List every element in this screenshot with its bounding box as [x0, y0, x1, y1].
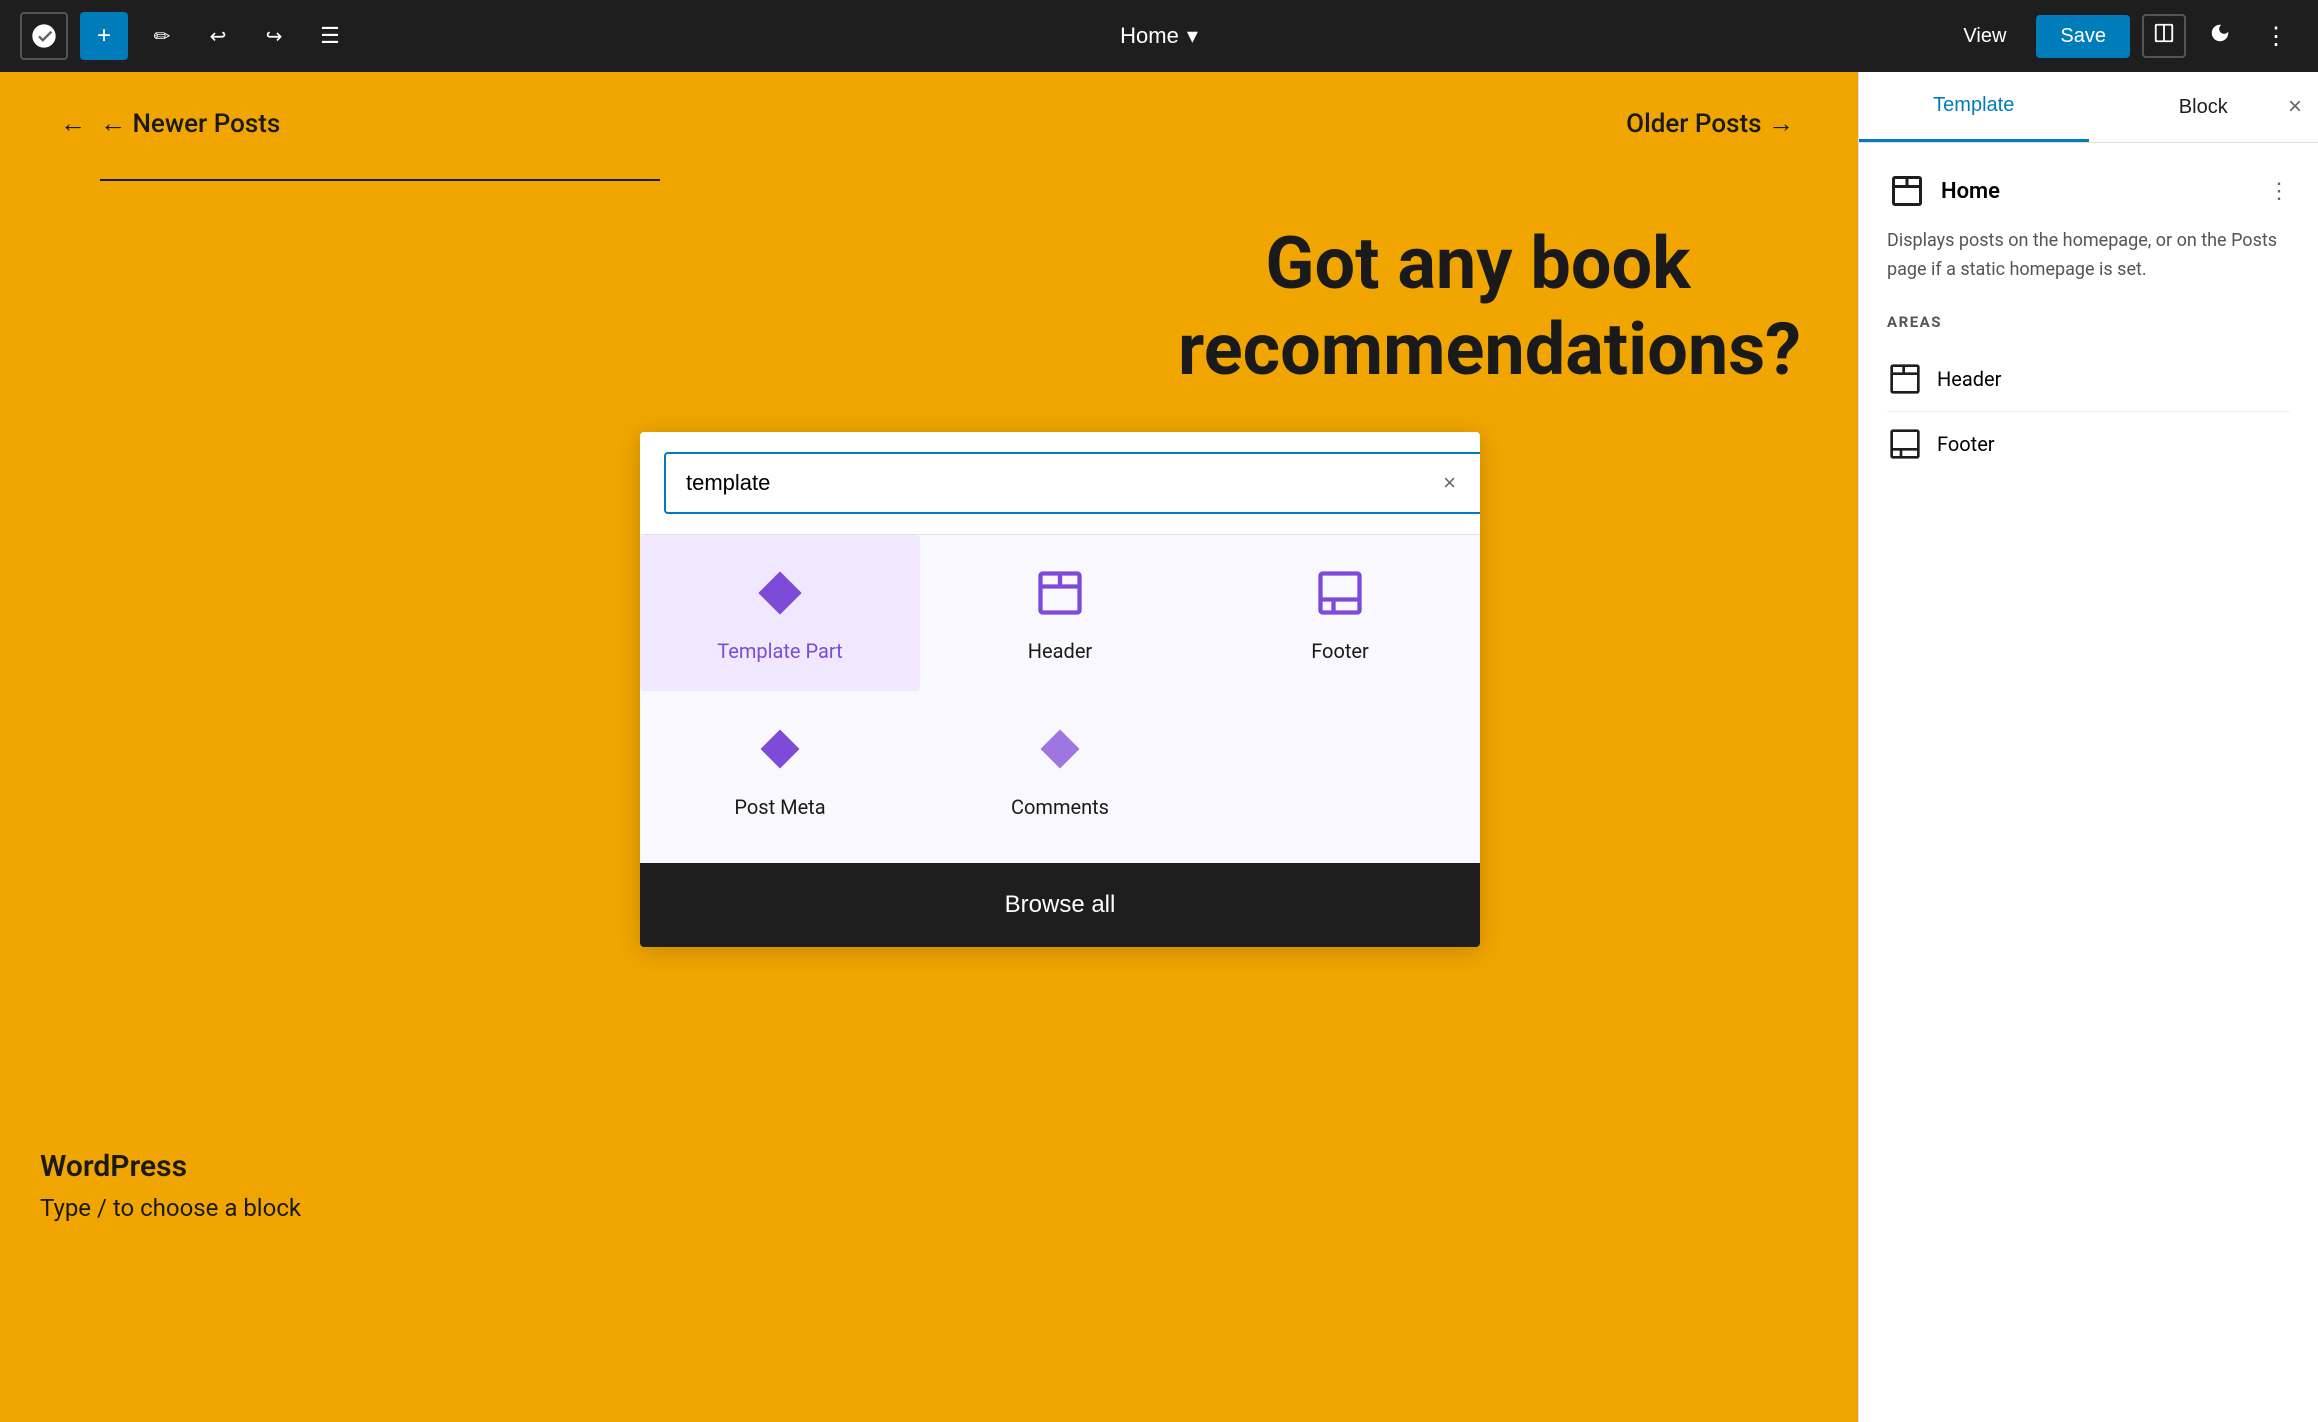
older-posts-link[interactable]: Older Posts → — [1626, 108, 1798, 139]
comments-icon — [1030, 719, 1090, 779]
toolbar-right: View Save ⋮ — [1945, 14, 2298, 58]
list-view-button[interactable]: ☰ — [308, 14, 352, 58]
inserter-search-input[interactable] — [664, 452, 1480, 514]
content-divider — [100, 179, 660, 181]
save-button[interactable]: Save — [2036, 15, 2130, 58]
post-meta-icon — [750, 719, 810, 779]
older-posts-label: Older Posts → — [1626, 108, 1794, 139]
template-icon — [1887, 171, 1927, 211]
areas-label: AREAS — [1887, 313, 2290, 331]
layout-toggle-button[interactable] — [2142, 14, 2186, 58]
template-title: Home — [1941, 179, 2254, 204]
inserter-item-footer[interactable]: Footer — [1200, 535, 1480, 691]
chevron-down-icon: ▾ — [1187, 23, 1198, 49]
area-footer-label: Footer — [1937, 432, 1995, 456]
plus-icon: + — [97, 22, 111, 50]
comments-label: Comments — [1011, 795, 1109, 819]
close-icon: × — [2288, 93, 2302, 120]
add-block-button[interactable]: + — [80, 12, 128, 60]
type-hint: Type / to choose a block — [40, 1194, 301, 1222]
pencil-icon: ✏ — [154, 24, 171, 49]
area-item-footer[interactable]: Footer — [1887, 412, 2290, 476]
inserter-grid: Template Part Header — [640, 535, 1480, 863]
header-icon — [1030, 563, 1090, 623]
brand-label: WordPress — [40, 1149, 301, 1184]
left-arrow-icon: ← — [60, 108, 86, 139]
page-title-text: Home — [1120, 23, 1179, 49]
sidebar: Template Block × Home ⋮ — [1858, 72, 2318, 1422]
toolbar: + ✏ ↩ ↪ ☰ Home ▾ View Save — [0, 0, 2318, 72]
inserter-search-area: × — [640, 432, 1480, 535]
view-button[interactable]: View — [1945, 15, 2024, 58]
main-layout: ← ← Newer Posts Older Posts → Got any bo… — [0, 72, 2318, 1422]
more-options-button[interactable]: ⋮ — [2254, 14, 2298, 58]
kebab-icon: ⋮ — [2264, 22, 2288, 51]
inserter-item-template-part[interactable]: Template Part — [640, 535, 920, 691]
layout-icon — [2153, 22, 2175, 50]
browse-all-button[interactable]: Browse all — [640, 863, 1480, 947]
tab-block[interactable]: Block — [2089, 72, 2318, 142]
newer-posts-label: ← Newer Posts — [100, 108, 280, 139]
area-item-header[interactable]: Header — [1887, 347, 2290, 412]
post-meta-label: Post Meta — [734, 795, 825, 819]
canvas-navigation: ← ← Newer Posts Older Posts → — [0, 72, 1858, 139]
template-header: Home ⋮ — [1887, 171, 2290, 211]
inserter-clear-button[interactable]: × — [1443, 470, 1456, 496]
wp-logo — [20, 12, 68, 60]
area-header-label: Header — [1937, 367, 2001, 391]
template-description: Displays posts on the homepage, or on th… — [1887, 227, 2290, 285]
redo-button[interactable]: ↪ — [252, 14, 296, 58]
moon-icon — [2209, 22, 2231, 50]
page-title-dropdown[interactable]: Home ▾ — [1106, 15, 1212, 57]
dark-mode-button[interactable] — [2198, 14, 2242, 58]
undo-icon: ↩ — [210, 24, 227, 49]
sidebar-tabs: Template Block × — [1859, 72, 2318, 143]
sidebar-close-button[interactable]: × — [2288, 93, 2302, 121]
tab-template[interactable]: Template — [1859, 72, 2089, 142]
inserter-item-header[interactable]: Header — [920, 535, 1200, 691]
redo-icon: ↪ — [266, 24, 283, 49]
area-footer-icon — [1887, 426, 1923, 462]
canvas: ← ← Newer Posts Older Posts → Got any bo… — [0, 72, 1858, 1422]
newer-posts-link[interactable]: ← ← Newer Posts — [60, 108, 280, 139]
inserter-empty-cell — [1200, 691, 1480, 847]
area-header-icon — [1887, 361, 1923, 397]
undo-button[interactable]: ↩ — [196, 14, 240, 58]
template-part-icon — [750, 563, 810, 623]
inserter-item-post-meta[interactable]: Post Meta — [640, 691, 920, 847]
template-menu-icon: ⋮ — [2268, 178, 2290, 203]
inserter-item-comments[interactable]: Comments — [920, 691, 1200, 847]
hero-heading: Got any book recommendations? — [1178, 221, 1778, 394]
toolbar-center: Home ▾ — [1106, 15, 1212, 57]
template-part-label: Template Part — [717, 639, 842, 663]
toolbar-left: + ✏ ↩ ↪ ☰ — [20, 12, 352, 60]
tools-button[interactable]: ✏ — [140, 14, 184, 58]
header-label: Header — [1028, 639, 1092, 663]
block-inserter-popup: × Template Part — [640, 432, 1480, 947]
sidebar-content: Home ⋮ Displays posts on the homepage, o… — [1859, 143, 2318, 504]
list-icon: ☰ — [320, 23, 340, 49]
footer-label: Footer — [1311, 639, 1369, 663]
footer-icon — [1310, 563, 1370, 623]
template-menu-button[interactable]: ⋮ — [2268, 178, 2290, 204]
canvas-footer: WordPress Type / to choose a block — [40, 1149, 301, 1222]
